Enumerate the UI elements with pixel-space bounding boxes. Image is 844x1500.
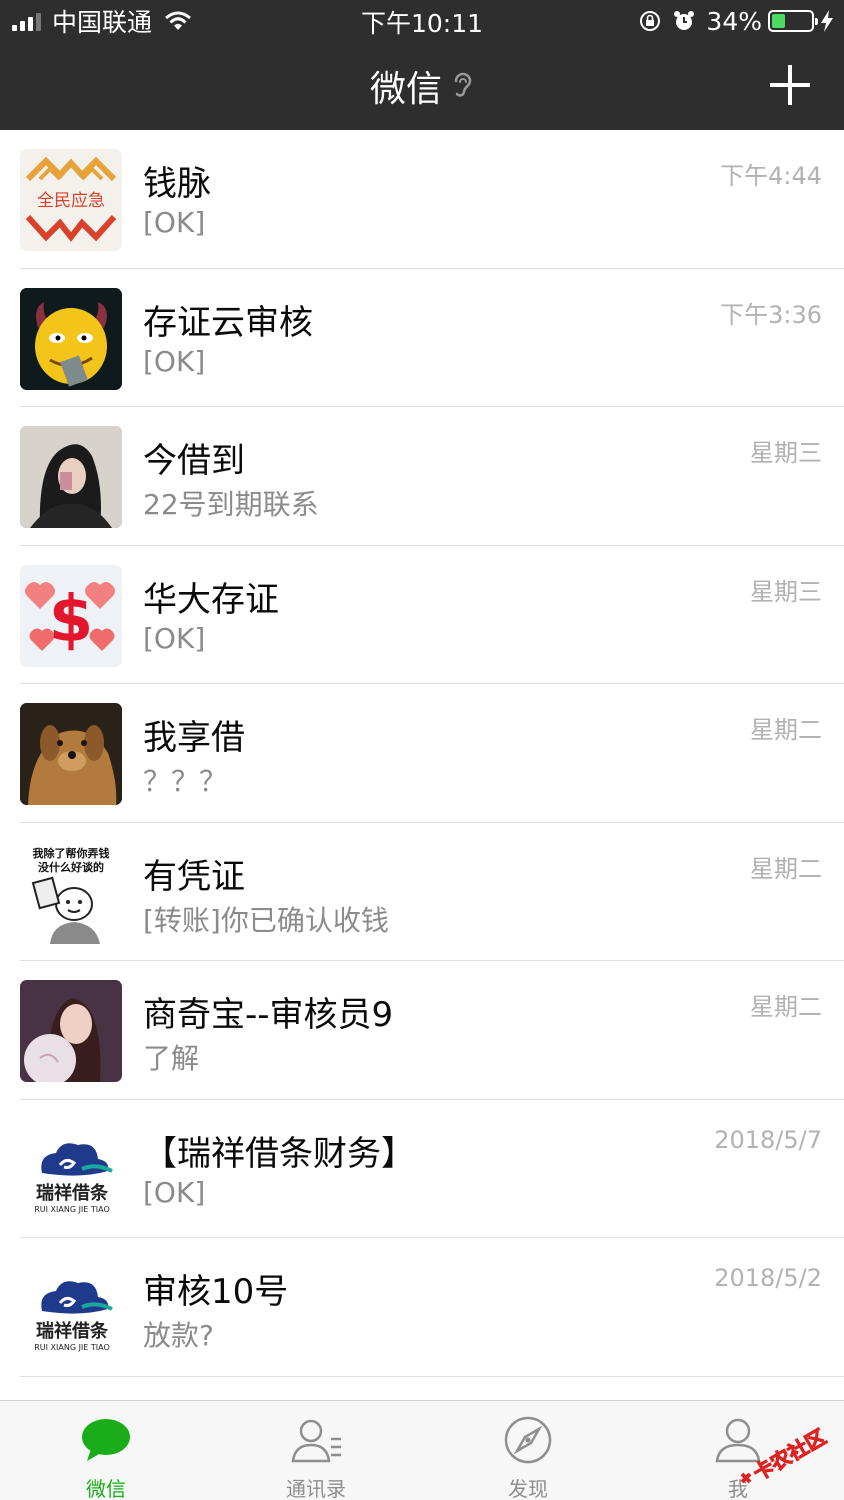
avatar: 瑞祥借条 RUI XIANG JIE TIAO: [20, 1257, 122, 1359]
avatar: [20, 703, 122, 805]
chat-row[interactable]: 瑞祥借条 RUI XIANG JIE TIAO 【瑞祥借条财务】 [OK] 20…: [0, 1100, 844, 1238]
tab-chats[interactable]: 微信: [16, 1401, 196, 1500]
chat-name: 审核10号: [143, 1272, 289, 1312]
avatar: 我除了帮你弄钱 没什么好谈的: [20, 841, 122, 944]
chat-time: 下午4:44: [720, 162, 822, 190]
chat-name: 今借到: [143, 441, 245, 481]
header: 中国联通 下午10:11 34% 微信: [0, 0, 844, 130]
chat-name: 我享借: [143, 718, 245, 758]
chat-preview: [OK]: [143, 1175, 206, 1209]
page-title: 微信: [369, 69, 442, 110]
tab-label: 通讯录: [286, 1477, 346, 1500]
chat-preview: 放款?: [143, 1319, 214, 1352]
dollar-hearts-avatar-icon: $: [20, 564, 122, 667]
chat-row[interactable]: 商奇宝--审核员9 了解 星期二: [0, 961, 844, 1100]
chat-name: 华大存证: [143, 579, 279, 620]
girl-photo-avatar-icon: [20, 980, 122, 1082]
photo-avatar-icon: [20, 426, 122, 528]
chat-name: 商奇宝--审核员9: [143, 995, 394, 1035]
chat-preview: ？？？: [143, 765, 228, 798]
chat-row[interactable]: 我除了帮你弄钱 没什么好谈的 有凭证 [转账]你已确认收钱 星期二: [0, 823, 844, 961]
tab-label: 微信: [86, 1477, 126, 1500]
battery-level-fill: [772, 14, 785, 28]
chat-time: 2018/5/7: [714, 1125, 822, 1154]
svg-text:RUI XIANG JIE TIAO: RUI XIANG JIE TIAO: [34, 1205, 110, 1214]
divider: [20, 1375, 844, 1377]
status-bar: 中国联通 下午10:11 34%: [0, 0, 844, 44]
chat-time: 星期二: [750, 993, 822, 1021]
svg-text:卡农社区: 卡农社区: [749, 1425, 830, 1486]
chat-name: 有凭证: [143, 856, 245, 897]
avatar: [20, 426, 122, 528]
svg-text:瑞祥借条: 瑞祥借条: [36, 1320, 109, 1342]
chat-time: 星期二: [750, 854, 822, 883]
svg-text:$: $: [49, 583, 94, 657]
chat-preview: [OK]: [143, 344, 206, 378]
chat-time: 下午3:36: [720, 300, 822, 329]
contacts-icon: [291, 1419, 341, 1463]
alarm-icon: [674, 11, 695, 30]
battery-percent: 34%: [706, 6, 762, 36]
chat-preview: 22号到期联系: [143, 488, 319, 521]
chat-preview: [OK]: [143, 206, 206, 239]
tab-label: 发现: [508, 1477, 548, 1500]
chat-row[interactable]: 瑞祥借条 RUI XIANG JIE TIAO 审核10号 放款? 2018/5…: [0, 1238, 844, 1377]
compass-icon: [504, 1416, 552, 1464]
tab-bar: 微信 通讯录 发现 我: [0, 1400, 844, 1500]
avatar: 瑞祥借条 RUI XIANG JIE TIAO: [20, 1118, 122, 1221]
chat-time: 星期二: [750, 716, 822, 744]
cartoon-devil-avatar-icon: [20, 287, 122, 390]
charging-bolt-icon: [821, 10, 833, 32]
tab-contacts[interactable]: 通讯录: [226, 1401, 406, 1500]
avatar: [20, 287, 122, 390]
chat-list: 全民应急 钱脉 [OK] 下午4:44 存证云审核 [OK] 下午3:36 今借…: [0, 130, 844, 1377]
chat-preview: 了解: [143, 1042, 200, 1075]
chat-row[interactable]: 我享借 ？？？ 星期二: [0, 684, 844, 823]
svg-text:RUI XIANG JIE TIAO: RUI XIANG JIE TIAO: [34, 1343, 110, 1352]
chat-bubble-icon: [82, 1419, 130, 1461]
svg-text:没什么好谈的: 没什么好谈的: [38, 860, 104, 874]
tab-discover[interactable]: 发现: [438, 1401, 618, 1500]
nav-bar: 微信: [0, 60, 844, 112]
dog-photo-avatar-icon: [20, 703, 122, 805]
chat-name: 存证云审核: [143, 302, 313, 343]
chat-time: 星期三: [750, 439, 822, 467]
chat-row[interactable]: $ 华大存证 [OK] 星期三: [0, 546, 844, 684]
status-right: 34%: [628, 6, 834, 36]
ruixiang-logo-icon: 瑞祥借条 RUI XIANG JIE TIAO: [20, 1118, 122, 1221]
chat-row[interactable]: 全民应急 钱脉 [OK] 下午4:44: [0, 130, 844, 269]
svg-text:全民应急: 全民应急: [37, 191, 105, 211]
chat-time: 星期三: [750, 577, 822, 606]
watermark-stamp: 卡农社区: [740, 1424, 831, 1486]
chat-name: 【瑞祥借条财务】: [143, 1133, 415, 1174]
svg-text:我除了帮你弄钱: 我除了帮你弄钱: [33, 846, 110, 860]
avatar: 全民应急: [20, 149, 122, 251]
chat-preview: [转账]你已确认收钱: [143, 903, 389, 937]
chat-name: 钱脉: [143, 164, 211, 204]
earpiece-mode-icon: [454, 72, 472, 97]
rotation-lock-icon: [640, 11, 661, 31]
chat-row[interactable]: 存证云审核 [OK] 下午3:36: [0, 269, 844, 407]
ruixiang-logo-icon: 瑞祥借条 RUI XIANG JIE TIAO: [20, 1257, 122, 1359]
svg-text:瑞祥借条: 瑞祥借条: [36, 1182, 109, 1204]
avatar: $: [20, 564, 122, 667]
chat-preview: [OK]: [143, 621, 206, 655]
avatar: [20, 980, 122, 1082]
chat-row[interactable]: 今借到 22号到期联系 星期三: [0, 407, 844, 546]
meme-avatar-icon: 我除了帮你弄钱 没什么好谈的: [20, 841, 122, 944]
add-plus-button[interactable]: [770, 65, 810, 105]
chat-time: 2018/5/2: [714, 1264, 822, 1292]
battery-icon: [768, 10, 818, 32]
qianmai-logo-icon: 全民应急: [25, 156, 117, 242]
